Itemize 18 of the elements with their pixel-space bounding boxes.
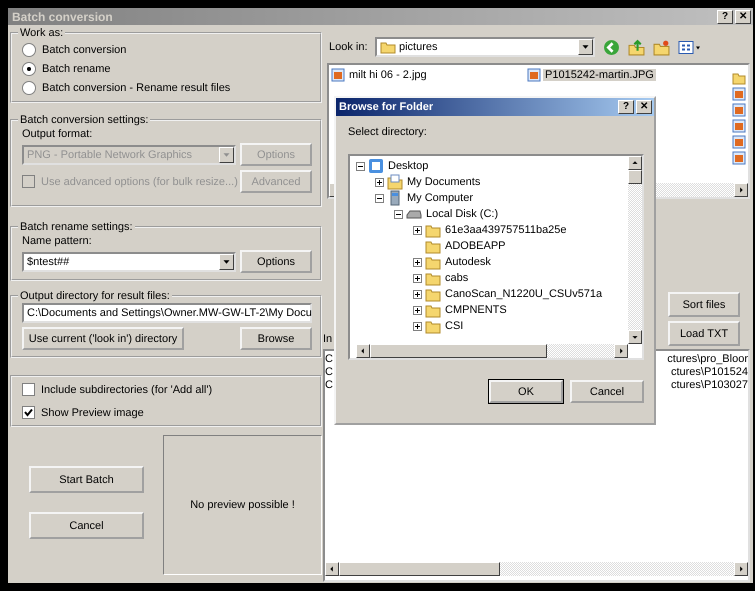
group-title: Work as:: [19, 27, 64, 39]
group-title: Batch rename settings:: [19, 221, 134, 233]
window-title: Batch conversion: [12, 10, 113, 24]
dialog-title: Browse for Folder: [339, 101, 434, 113]
input-files-label: In: [323, 333, 332, 345]
file-path-start: C: [325, 366, 333, 379]
dialog-prompt: Select directory:: [348, 126, 428, 140]
group-title: Batch conversion settings:: [19, 114, 150, 126]
file-path-end: ctures\P101524: [670, 366, 748, 379]
preview-message: No preview possible !: [190, 499, 295, 511]
file-path-start: C: [325, 353, 333, 366]
file-path-end: ctures\pro_Bloor: [667, 353, 748, 366]
look-in-label: Look in:: [328, 41, 369, 53]
field-label: Name pattern:: [22, 235, 93, 247]
group-title: Output directory for result files:: [19, 290, 171, 302]
file-path-start: C: [325, 379, 333, 392]
file-path-end: ctures\P103027: [670, 379, 748, 392]
field-label: Output format:: [22, 128, 94, 140]
